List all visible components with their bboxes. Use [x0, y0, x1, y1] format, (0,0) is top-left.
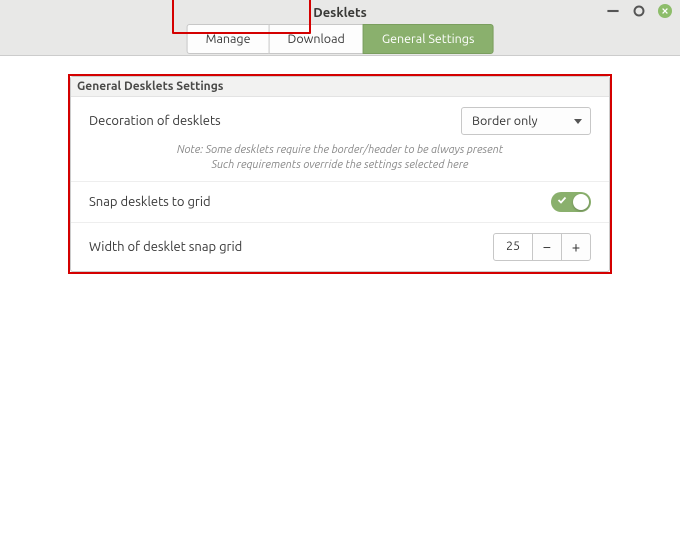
- grid-width-label: Width of desklet snap grid: [89, 240, 242, 254]
- toggle-knob: [573, 194, 589, 210]
- row-grid-width: Width of desklet snap grid 25 − +: [71, 223, 609, 271]
- decoration-dropdown[interactable]: Border only: [461, 107, 591, 135]
- general-settings-panel: General Desklets Settings Decoration of …: [70, 76, 610, 272]
- stepper-minus-button[interactable]: −: [532, 233, 562, 261]
- titlebar: Desklets Manage Download General Setting…: [0, 0, 680, 56]
- snap-label: Snap desklets to grid: [89, 195, 211, 209]
- row-decoration: Decoration of desklets Border only: [71, 97, 609, 141]
- window-title: Desklets: [0, 6, 680, 20]
- minimize-button[interactable]: [606, 4, 620, 18]
- decoration-label: Decoration of desklets: [89, 114, 221, 128]
- panel-title: General Desklets Settings: [71, 77, 609, 97]
- row-snap: Snap desklets to grid: [71, 182, 609, 223]
- tab-download[interactable]: Download: [269, 24, 364, 54]
- decoration-value: Border only: [472, 114, 538, 128]
- tab-general-settings[interactable]: General Settings: [363, 24, 494, 54]
- stepper-plus-button[interactable]: +: [561, 233, 591, 261]
- window-controls: [606, 4, 672, 18]
- chevron-down-icon: [574, 119, 582, 124]
- close-button[interactable]: [658, 4, 672, 18]
- snap-toggle[interactable]: [551, 192, 591, 212]
- tab-manage[interactable]: Manage: [187, 24, 270, 54]
- grid-width-stepper: 25 − +: [493, 233, 591, 261]
- maximize-button[interactable]: [632, 4, 646, 18]
- check-icon: [557, 195, 567, 205]
- grid-width-value[interactable]: 25: [493, 233, 533, 261]
- content-area: General Desklets Settings Decoration of …: [0, 56, 680, 272]
- tab-bar: Manage Download General Settings: [187, 24, 494, 54]
- decoration-note: Note: Some desklets require the border/h…: [71, 141, 609, 182]
